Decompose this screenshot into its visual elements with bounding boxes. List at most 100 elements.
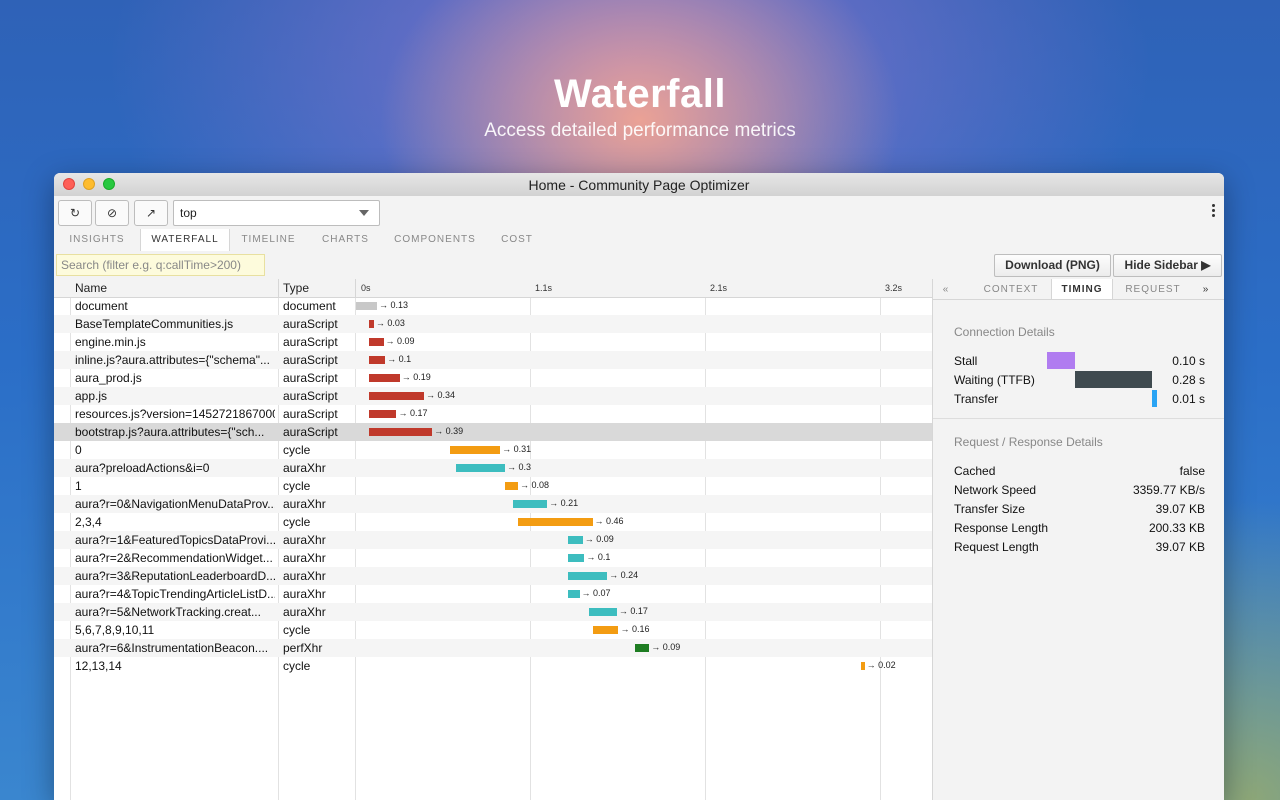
duration-label: → 0.39 [434,426,463,436]
row-name: resources.js?version=1452721867000 [75,407,275,421]
tick-label: 2.1s [710,283,727,293]
table-row[interactable]: aura?preloadActions&i=0auraXhr→ 0.3 [54,459,932,477]
tab-insights[interactable]: INSIGHTS [54,229,140,251]
table-row[interactable]: app.jsauraScript→ 0.34 [54,387,932,405]
sidebar: « CONTEXT TIMING REQUEST » Connection De… [932,279,1224,800]
timing-bar[interactable] [369,320,374,328]
duration-label: → 0.17 [619,606,648,616]
row-type: auraXhr [283,533,326,547]
table-row[interactable]: aura?r=1&FeaturedTopicsDataProvi... auraX… [54,531,932,549]
hero-title: Waterfall [0,72,1280,117]
sidebar-tab-context[interactable]: CONTEXT [971,279,1051,299]
row-name: aura?r=1&FeaturedTopicsDataProvi... [75,533,275,547]
timing-bar[interactable] [505,482,518,490]
row-type: auraScript [283,335,338,349]
timing-bar[interactable] [369,428,432,436]
tab-cost[interactable]: COST [488,229,546,251]
table-row[interactable]: BaseTemplateCommunities.jsauraScript→ 0.… [54,315,932,333]
popout-button[interactable]: ↗ [134,200,168,226]
timing-bar[interactable] [450,446,500,454]
sidebar-collapse-icon[interactable]: « [939,279,953,299]
table-row[interactable]: resources.js?version=1452721867000 auraSc… [54,405,932,423]
row-name: document [75,299,275,313]
tab-components[interactable]: COMPONENTS [382,229,488,251]
search-field[interactable] [56,254,265,276]
timing-bar[interactable] [568,572,607,580]
column-header: Name Type 0s 1.1s 2.1s 3.2s [54,279,932,298]
timing-label: Stall [954,354,977,368]
timing-bar[interactable] [568,554,584,562]
timing-bar[interactable] [369,374,400,382]
download-png-button[interactable]: Download (PNG) [994,254,1111,277]
row-name: aura?r=3&ReputationLeaderboardD... [75,569,275,583]
sidebar-expand-icon[interactable]: » [1199,279,1213,299]
row-type: auraXhr [283,587,326,601]
table-row[interactable]: 5,6,7,8,9,10,11cycle→ 0.16 [54,621,932,639]
row-name: 2,3,4 [75,515,275,529]
table-row[interactable]: inline.js?aura.attributes={"schema"...au… [54,351,932,369]
clear-button[interactable]: ⊘ [95,200,129,226]
timing-bar[interactable] [369,410,397,418]
tab-waterfall[interactable]: WATERFALL [140,229,230,252]
tab-timeline[interactable]: TIMELINE [228,229,309,251]
timing-bar[interactable] [369,338,384,346]
duration-label: → 0.46 [595,516,624,526]
hide-sidebar-button[interactable]: Hide Sidebar ▶ [1113,254,1222,277]
search-input[interactable] [57,255,265,275]
timing-bar[interactable] [456,464,505,472]
sidebar-tab-request[interactable]: REQUEST [1113,279,1193,299]
table-row[interactable]: aura?r=5&NetworkTracking.creat...auraXhr… [54,603,932,621]
row-name: inline.js?aura.attributes={"schema"... [75,353,275,367]
timing-bar[interactable] [861,662,864,670]
duration-label: → 0.21 [549,498,578,508]
table-row[interactable]: engine.min.jsauraScript→ 0.09 [54,333,932,351]
duration-label: → 0.09 [585,534,614,544]
duration-label: → 0.17 [399,408,428,418]
row-type: auraScript [283,371,338,385]
table-row[interactable]: 12,13,14cycle→ 0.02 [54,657,932,675]
sidebar-tab-timing[interactable]: TIMING [1051,279,1113,299]
timing-bar[interactable] [513,500,547,508]
more-menu-icon[interactable] [1212,204,1216,219]
table-row[interactable]: 2,3,4cycle→ 0.46 [54,513,932,531]
table-row[interactable]: aura?r=3&ReputationLeaderboardD...auraXh… [54,567,932,585]
timing-bar[interactable] [568,590,579,598]
timing-bar[interactable] [635,644,650,652]
timing-bar[interactable] [369,356,385,364]
timing-value: 0.28 s [1172,373,1205,387]
table-row[interactable]: aura_prod.jsauraScript→ 0.19 [54,369,932,387]
type-column-header[interactable]: Type [283,281,309,295]
detail-label: Transfer Size [954,502,1025,516]
table-row[interactable]: documentdocument→ 0.13 [54,297,932,315]
detail-label: Network Speed [954,483,1036,497]
timing-label: Waiting (TTFB) [954,373,1035,387]
row-type: auraScript [283,407,338,421]
refresh-button[interactable]: ↻ [58,200,92,226]
table-row[interactable]: aura?r=6&InstrumentationBeacon....perfXh… [54,639,932,657]
table-row[interactable]: bootstrap.js?aura.attributes={"sch...aur… [54,423,932,441]
timing-bar[interactable] [518,518,593,526]
row-type: auraScript [283,389,338,403]
row-name: aura?preloadActions&i=0 [75,461,275,475]
row-name: aura?r=5&NetworkTracking.creat... [75,605,275,619]
table-row[interactable]: aura?r=0&NavigationMenuDataProv...auraXh… [54,495,932,513]
row-type: cycle [283,443,310,457]
table-row[interactable]: aura?r=2&RecommendationWidget...auraXhr→… [54,549,932,567]
row-name: app.js [75,389,275,403]
timing-label: Transfer [954,392,998,406]
row-type: auraXhr [283,551,326,565]
name-column-header[interactable]: Name [75,281,107,295]
timing-bar[interactable] [593,626,619,634]
request-details-title: Request / Response Details [954,435,1103,449]
row-name: 5,6,7,8,9,10,11 [75,623,275,637]
timing-bar[interactable] [356,302,377,310]
timing-bar[interactable] [369,392,424,400]
table-row[interactable]: aura?r=4&TopicTrendingArticleListD...aur… [54,585,932,603]
table-row[interactable]: 0cycle→ 0.31 [54,441,932,459]
main-tabs: INSIGHTSWATERFALLTIMELINECHARTSCOMPONENT… [54,229,1224,252]
tab-charts[interactable]: CHARTS [309,229,382,251]
timing-bar[interactable] [589,608,617,616]
frame-select[interactable]: top [173,200,380,226]
timing-bar[interactable] [568,536,583,544]
table-row[interactable]: 1cycle→ 0.08 [54,477,932,495]
